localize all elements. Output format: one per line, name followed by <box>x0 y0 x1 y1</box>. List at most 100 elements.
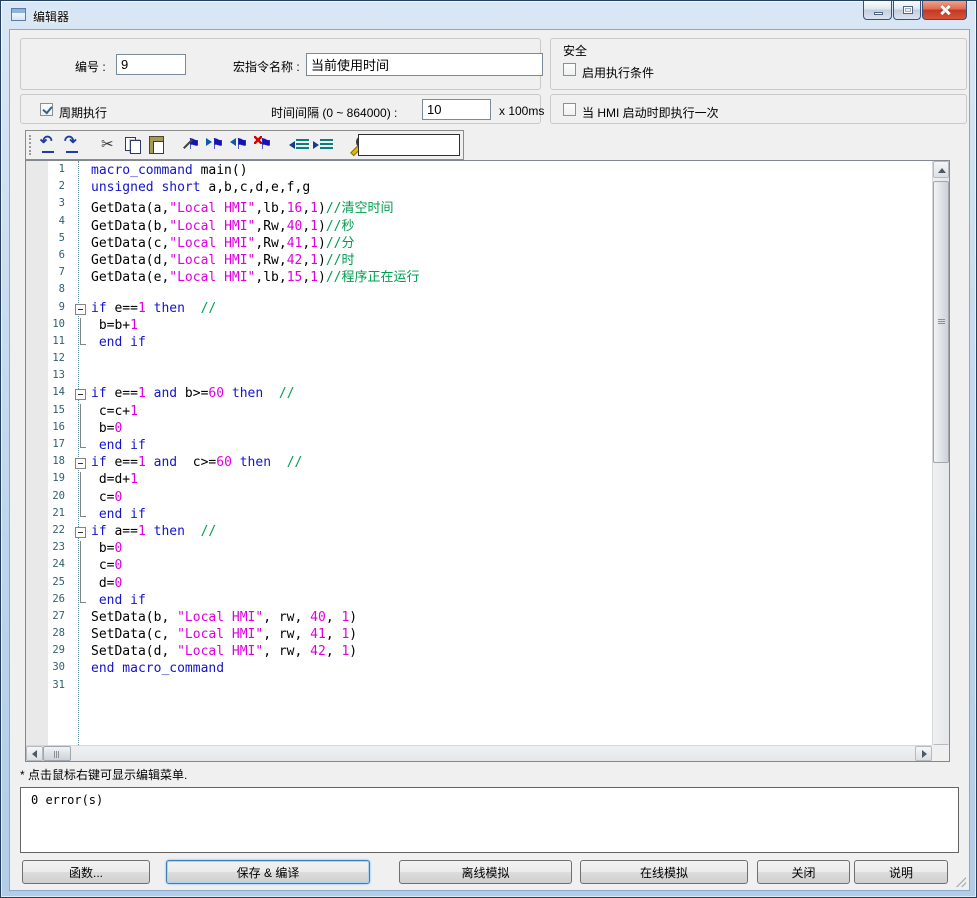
help-button[interactable]: 说明 <box>854 860 948 884</box>
fold-toggle[interactable] <box>73 301 89 318</box>
code-line[interactable]: 12 <box>26 352 932 369</box>
line-number: 8 <box>26 283 73 300</box>
fold-guide <box>73 249 89 266</box>
vertical-scrollbar[interactable] <box>932 161 949 761</box>
collapse-icon[interactable] <box>75 527 86 538</box>
code-line[interactable]: 24 c=0 <box>26 558 932 575</box>
code-line[interactable]: 21 end if <box>26 507 932 524</box>
undo-icon[interactable] <box>37 133 61 157</box>
scroll-right-button[interactable] <box>915 746 932 761</box>
line-number: 24 <box>26 558 73 575</box>
code-line[interactable]: 15 c=c+1 <box>26 404 932 421</box>
code-line[interactable]: 11 end if <box>26 335 932 352</box>
code-line[interactable]: 29SetData(d, "Local HMI", rw, 42, 1) <box>26 644 932 661</box>
scroll-up-button[interactable] <box>933 161 949 178</box>
code-line[interactable]: 26 end if <box>26 593 932 610</box>
periodic-checkbox[interactable] <box>40 103 53 116</box>
line-number: 26 <box>26 593 73 610</box>
toggle-bookmark-icon[interactable] <box>181 133 205 157</box>
toolbar-icons <box>37 133 373 157</box>
editor-window: 编辑器 编号 : 宏指令名称 : 安全 启用执行条件 周期执行 时间间隔 (0 … <box>0 0 977 898</box>
run-on-startup-checkbox[interactable] <box>563 103 576 116</box>
code-line[interactable]: 4GetData(b,"Local HMI",Rw,40,1)//秒 <box>26 215 932 232</box>
code-line[interactable]: 5GetData(c,"Local HMI",Rw,41,1)//分 <box>26 232 932 249</box>
interval-input[interactable] <box>422 99 491 120</box>
online-sim-button[interactable]: 在线模拟 <box>580 860 748 884</box>
code-line[interactable]: 6GetData(d,"Local HMI",Rw,42,1)//时 <box>26 249 932 266</box>
code-line[interactable]: 25 d=0 <box>26 576 932 593</box>
fold-guide <box>73 610 89 627</box>
code-line[interactable]: 9if e==1 then // <box>26 301 932 318</box>
copy-icon[interactable] <box>121 133 145 157</box>
security-group: 安全 启用执行条件 <box>550 38 967 90</box>
code-text: macro_command main() <box>91 163 248 180</box>
cut-icon[interactable] <box>97 133 121 157</box>
macro-id-input[interactable] <box>116 54 186 75</box>
code-line[interactable]: 31 <box>26 679 932 696</box>
code-line[interactable]: 14if e==1 and b>=60 then // <box>26 386 932 403</box>
scroll-left-button[interactable] <box>26 746 43 761</box>
collapse-icon[interactable] <box>75 389 86 400</box>
code-line[interactable]: 2unsigned short a,b,c,d,e,f,g <box>26 180 932 197</box>
close-window-button[interactable] <box>922 1 967 20</box>
code-line[interactable]: 28SetData(c, "Local HMI", rw, 41, 1) <box>26 627 932 644</box>
maximize-button[interactable] <box>893 1 921 20</box>
code-line[interactable]: 16 b=0 <box>26 421 932 438</box>
code-text: unsigned short a,b,c,d,e,f,g <box>91 180 310 197</box>
fold-toggle[interactable] <box>73 455 89 472</box>
indent-icon[interactable] <box>313 133 337 157</box>
collapse-icon[interactable] <box>75 304 86 315</box>
code-line[interactable]: 10 b=b+1 <box>26 318 932 335</box>
code-line[interactable]: 19 d=d+1 <box>26 472 932 489</box>
search-input[interactable] <box>358 134 460 156</box>
code-line[interactable]: 13 <box>26 369 932 386</box>
line-number: 22 <box>26 524 73 541</box>
offline-sim-button[interactable]: 离线模拟 <box>399 860 572 884</box>
horizontal-scroll-thumb[interactable] <box>43 746 71 761</box>
window-title: 编辑器 <box>33 8 69 25</box>
minimize-button[interactable] <box>863 1 892 20</box>
toolbar-grip[interactable] <box>29 135 32 155</box>
macro-id-label: 编号 : <box>75 58 106 75</box>
code-line[interactable]: 30end macro_command <box>26 661 932 678</box>
code-line[interactable]: 22if a==1 then // <box>26 524 932 541</box>
code-line[interactable]: 23 b=0 <box>26 541 932 558</box>
macro-name-label: 宏指令名称 : <box>233 58 300 75</box>
code-line[interactable]: 1macro_command main() <box>26 163 932 180</box>
code-line[interactable]: 8 <box>26 283 932 300</box>
code-text: end if <box>91 438 146 455</box>
fold-guide <box>73 627 89 644</box>
fold-toggle[interactable] <box>73 386 89 403</box>
resize-grip[interactable] <box>956 877 966 887</box>
functions-button[interactable]: 函数... <box>22 860 150 884</box>
next-bookmark-icon[interactable] <box>205 133 229 157</box>
vertical-scroll-thumb[interactable] <box>933 181 949 463</box>
close-button[interactable]: 关闭 <box>757 860 850 884</box>
macro-name-input[interactable] <box>306 53 543 76</box>
code-line[interactable]: 17 end if <box>26 438 932 455</box>
fold-toggle[interactable] <box>73 524 89 541</box>
code-text: GetData(d,"Local HMI",Rw,42,1)//时 <box>91 249 354 266</box>
fold-guide <box>73 593 89 610</box>
code-area[interactable]: 1macro_command main()2unsigned short a,b… <box>26 161 932 745</box>
paste-icon[interactable] <box>145 133 169 157</box>
code-line[interactable]: 20 c=0 <box>26 490 932 507</box>
code-line[interactable]: 7GetData(e,"Local HMI",lb,15,1)//程序正在运行 <box>26 266 932 283</box>
fold-guide <box>73 507 89 524</box>
clear-bookmarks-icon[interactable] <box>253 133 277 157</box>
title-bar[interactable]: 编辑器 <box>1 1 976 29</box>
enable-condition-checkbox[interactable] <box>563 63 576 76</box>
hint-text: * 点击鼠标右键可显示编辑菜单. <box>20 766 187 783</box>
collapse-icon[interactable] <box>75 458 86 469</box>
outdent-icon[interactable] <box>289 133 313 157</box>
code-line[interactable]: 3GetData(a,"Local HMI",lb,16,1)//清空时间 <box>26 197 932 214</box>
code-editor: 1macro_command main()2unsigned short a,b… <box>25 160 950 762</box>
horizontal-scrollbar[interactable] <box>26 745 932 761</box>
line-number: 20 <box>26 490 73 507</box>
fold-guide <box>73 369 89 386</box>
redo-icon[interactable] <box>61 133 85 157</box>
prev-bookmark-icon[interactable] <box>229 133 253 157</box>
code-line[interactable]: 18if e==1 and c>=60 then // <box>26 455 932 472</box>
save-compile-button[interactable]: 保存 & 编译 <box>166 860 370 884</box>
code-line[interactable]: 27SetData(b, "Local HMI", rw, 40, 1) <box>26 610 932 627</box>
